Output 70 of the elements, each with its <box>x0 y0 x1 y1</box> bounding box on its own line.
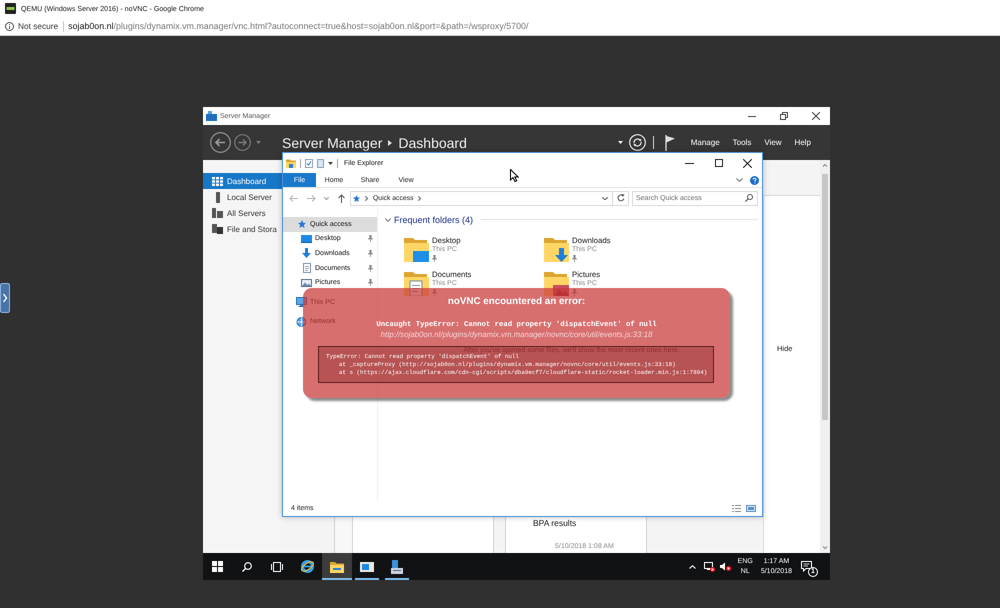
menu-item[interactable]: Help <box>794 138 811 147</box>
logo-icon <box>5 3 16 14</box>
task-view-icon[interactable] <box>270 562 282 572</box>
start-icon[interactable] <box>212 561 223 572</box>
minimize-icon[interactable] <box>685 162 694 164</box>
page-check-icon[interactable] <box>305 158 313 168</box>
speaker-muted-icon[interactable] <box>720 562 731 571</box>
back-icon[interactable] <box>210 132 231 153</box>
close-icon[interactable] <box>743 158 752 168</box>
flag-icon[interactable] <box>664 134 675 150</box>
search-icon[interactable] <box>745 194 753 202</box>
refresh-icon <box>616 194 625 202</box>
star-icon <box>353 194 360 202</box>
app-icon <box>206 111 217 121</box>
close-icon[interactable] <box>812 112 820 120</box>
caret-icon[interactable] <box>618 141 623 144</box>
section-heading[interactable]: Frequent folders (4) <box>394 214 474 224</box>
notification-icon[interactable] <box>801 560 812 572</box>
cursor-icon <box>510 169 519 182</box>
list-view-icon[interactable] <box>732 505 741 512</box>
chevron-down-icon[interactable] <box>736 178 743 182</box>
up-arrow-icon[interactable] <box>338 194 345 202</box>
folder-screen-icon <box>404 236 429 262</box>
window-icon <box>360 562 374 572</box>
nav-item[interactable]: All Servers <box>203 205 283 221</box>
info-icon <box>5 22 14 30</box>
help-icon[interactable] <box>750 176 759 184</box>
tile-title: BPA results <box>533 518 576 528</box>
chevron-down-icon[interactable] <box>385 218 391 222</box>
folder-icon <box>330 560 344 572</box>
browser-icon <box>300 559 314 574</box>
monitor-error-icon[interactable] <box>704 562 715 572</box>
document-icon <box>302 263 310 274</box>
panel-handle-icon[interactable] <box>0 283 10 313</box>
chevron-right-icon <box>365 196 368 200</box>
address-field[interactable]: sojab0on.nl/plugins/dynamix.vm.manager/vnc.html?autoconnect=true&host=sojab0on.nl&port=&path=/wsproxy/5700/ <box>68 21 528 31</box>
chevron-right-icon <box>418 196 422 200</box>
menu-item[interactable]: Manage <box>690 138 720 147</box>
server-icon <box>216 192 220 202</box>
nav-item[interactable]: Dashboard <box>203 173 283 189</box>
menu-item[interactable]: Tools <box>732 138 752 147</box>
download-icon <box>302 248 311 258</box>
chevron-down-icon[interactable] <box>324 196 329 200</box>
folder-icon <box>286 158 296 168</box>
search-icon[interactable] <box>242 562 252 572</box>
breadcrumb-item[interactable]: Dashboard <box>398 134 467 150</box>
tiles-view-icon[interactable] <box>746 505 756 512</box>
server-icon <box>391 560 403 574</box>
dropdown-icon[interactable] <box>602 196 608 200</box>
maximize-icon[interactable] <box>714 159 722 167</box>
security-label[interactable]: Not secure <box>18 21 58 31</box>
taskbar-button[interactable] <box>322 553 352 580</box>
breadcrumb-arrow-icon <box>388 140 392 146</box>
restore-icon[interactable] <box>780 112 788 120</box>
star-icon <box>298 220 306 228</box>
picture-icon <box>301 278 312 287</box>
nav-item[interactable]: Local Server <box>203 189 283 205</box>
servers-icon <box>212 208 223 218</box>
error-title: noVNC encountered an error: <box>448 296 586 307</box>
storage-icon <box>212 224 223 234</box>
forward-icon[interactable] <box>234 134 251 151</box>
dashboard-icon <box>212 176 223 186</box>
menu-item[interactable]: View <box>764 138 782 147</box>
refresh-icon[interactable] <box>628 134 646 151</box>
refresh-button[interactable] <box>613 190 629 206</box>
folder-download-icon <box>544 236 569 262</box>
breadcrumb-item[interactable]: Server Manager <box>282 134 382 150</box>
chevron-up-icon[interactable] <box>688 564 696 568</box>
nav-item[interactable]: File and Stora <box>203 221 283 237</box>
desktop-icon <box>301 234 312 243</box>
